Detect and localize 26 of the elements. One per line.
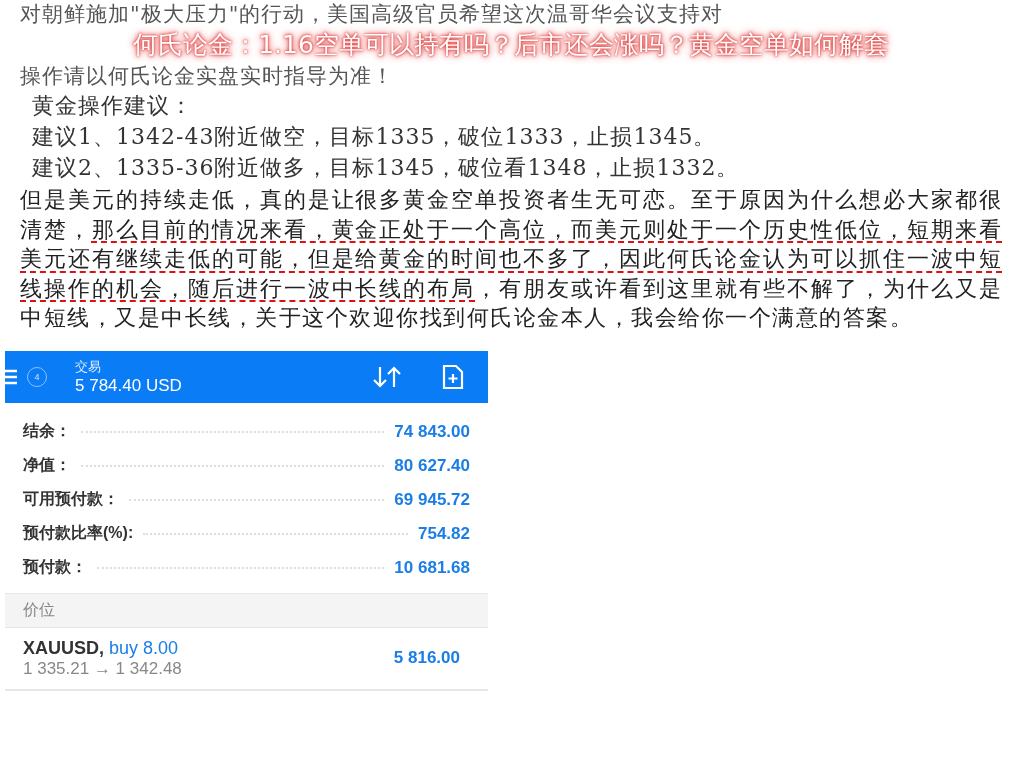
position-title[interactable]: XAUUSD, buy 8.00: [23, 637, 394, 659]
advice-line: 建议1、1342-43附近做空，目标1335，破位1333，止损1345。: [31, 123, 718, 151]
menu-icon[interactable]: [5, 368, 17, 385]
advice-line: 建议2、1335-36附近做多，目标1345，破位看1348，止损1332。: [31, 154, 741, 182]
position-prices: 1 335.21 → 1 342.48: [23, 658, 183, 679]
summary-value: 754.82: [418, 523, 470, 544]
summary-label: 结余：: [23, 421, 71, 442]
section-header: 价位: [5, 592, 488, 628]
summary-value: 10 681.68: [394, 557, 470, 578]
advice-title: 黄金操作建议：: [31, 92, 194, 120]
balance-text: 5 784.40 USD: [75, 375, 183, 396]
summary-value: 69 945.72: [394, 489, 470, 510]
article-text: 操作请以何氏论金实盘实时指导为准！: [20, 63, 395, 90]
summary-value: 74 843.00: [394, 421, 470, 442]
sort-icon[interactable]: [372, 364, 402, 389]
new-order-icon[interactable]: [442, 363, 464, 390]
screen-title: 交易: [75, 357, 102, 376]
summary-label: 可用预付款：: [23, 489, 119, 510]
article-text: 对朝鲜施加"极大压力"的行动，美国高级官员希望这次温哥华会议支持对: [20, 1, 725, 28]
article-paragraph: 但是美元的持续走低，真的是让很多黄金空单投资者生无可恋。至于原因为什么想必大家都很清楚，那么目前的情况来看，黄金正处于一个高位，而美元则处于一个历史性低位，短期来看美元还有继续走低的可能，但是给黄金的时间也不多了，因此何氏论金认为可以抓住一波中短线操作的机会，随后进行一波中长线的布局，有朋友或许看到这里就有些不解了，为什么又是中短线，又是中长线，关于这个欢迎你找到何氏论金本人，我会给你一个满意的答案。: [20, 186, 1002, 333]
position-profit: 5 816.00: [393, 648, 460, 669]
summary-label: 预付款：: [23, 557, 87, 578]
summary-label: 预付款比率(%):: [23, 523, 134, 544]
summary-value: 80 627.40: [394, 455, 470, 476]
summary-label: 净值：: [23, 455, 71, 476]
headline: 何氏论金：1.16空单可以持有吗？后市还会涨吗？黄金空单如何解套: [130, 29, 890, 61]
